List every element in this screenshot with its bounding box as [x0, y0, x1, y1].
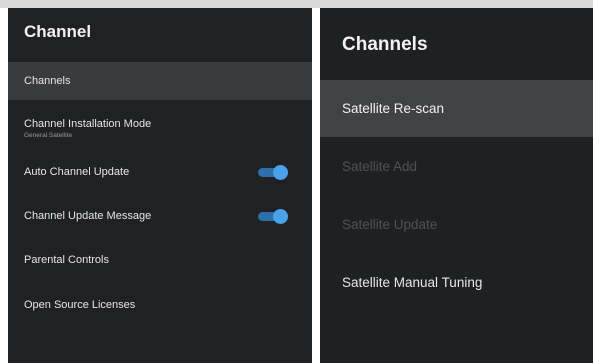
panel-title: Channel: [24, 22, 92, 41]
channel-settings-panel: Channel Channels Channel Installation Mo…: [8, 8, 312, 363]
menu-item-open-source-licenses[interactable]: Open Source Licenses: [8, 282, 312, 328]
top-strip: [0, 0, 593, 8]
menu-item-label: Channel Update Message: [24, 210, 152, 222]
menu-item-channel-installation-mode[interactable]: Channel Installation Mode General Satell…: [8, 106, 312, 150]
channels-submenu-panel: Channels Satellite Re-scan Satellite Add…: [320, 8, 593, 363]
menu-item-label: Auto Channel Update: [24, 166, 130, 178]
menu-item-channels[interactable]: Channels: [8, 62, 312, 100]
menu-item-label: Parental Controls: [24, 254, 109, 266]
menu-item-label: Satellite Add: [342, 158, 418, 174]
toggle-knob: [273, 165, 288, 180]
menu-item-value: General Satellite: [24, 131, 73, 139]
menu-item-label: Satellite Re-scan: [342, 101, 445, 116]
menu-item-satellite-rescan[interactable]: Satellite Re-scan: [320, 80, 593, 137]
menu-item-label: Satellite Manual Tuning: [342, 274, 483, 290]
toggle-switch-icon[interactable]: [258, 165, 288, 180]
menu-item-parental-controls[interactable]: Parental Controls: [8, 238, 312, 282]
toggle-knob: [273, 209, 288, 224]
menu-item-label: Channels: [24, 75, 71, 87]
menu-item-satellite-add: Satellite Add: [320, 137, 593, 195]
menu-item-label: Satellite Update: [342, 216, 438, 232]
toggle-switch-icon[interactable]: [258, 209, 288, 224]
menu-item-satellite-manual-tuning[interactable]: Satellite Manual Tuning: [320, 253, 593, 311]
menu-item-satellite-update: Satellite Update: [320, 195, 593, 253]
menu-item-auto-channel-update[interactable]: Auto Channel Update: [8, 150, 312, 194]
panel-title: Channels: [342, 34, 428, 55]
menu-item-label: Open Source Licenses: [24, 299, 136, 311]
menu-item-channel-update-message[interactable]: Channel Update Message: [8, 194, 312, 238]
menu-item-label: Channel Installation Mode: [24, 117, 152, 130]
